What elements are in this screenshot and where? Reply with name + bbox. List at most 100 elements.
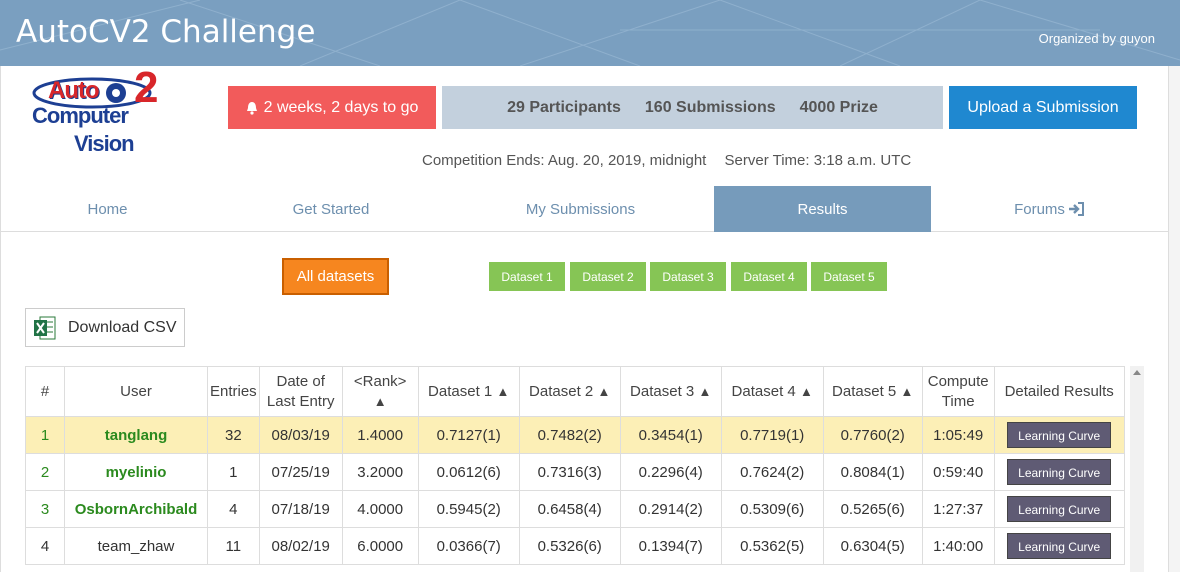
col-dataset-3-label: Dataset 3 [630, 382, 695, 400]
tab-my-submissions[interactable]: My Submissions [448, 186, 713, 232]
submissions-count: 160 Submissions [644, 98, 776, 116]
sort-asc-icon: ▲ [496, 383, 510, 399]
row-dataset-4: 0.7624(2) [720, 453, 824, 491]
col-compute-l1: Compute [927, 372, 989, 390]
download-csv-label: Download CSV [68, 318, 177, 336]
logo-vision-text: Vision [74, 131, 135, 156]
tab-forums-label: Forums [1014, 200, 1065, 218]
autocv2-logo: Auto 2 Computer Vision [30, 63, 170, 165]
row-entries: 4 [207, 490, 260, 528]
learning-curve-button[interactable]: Learning Curve [1007, 496, 1112, 522]
dataset-5-button[interactable]: Dataset 5 [811, 262, 887, 291]
download-csv-button[interactable]: Download CSV [25, 308, 185, 347]
row-dataset-2: 0.5326(6) [518, 527, 621, 565]
row-user[interactable]: myelinio [64, 453, 208, 491]
dataset-1-button[interactable]: Dataset 1 [489, 262, 565, 291]
upload-submission-button[interactable]: Upload a Submission [949, 86, 1137, 129]
col-rank[interactable]: <Rank> ▲ [341, 366, 419, 417]
col-detailed-results: Detailed Results [993, 366, 1125, 417]
scroll-up-icon[interactable] [1133, 370, 1141, 375]
row-user[interactable]: tanglang [64, 416, 208, 454]
row-compute-time: 1:40:00 [921, 527, 995, 565]
results-table: # User Entries Date of Last Entry <Rank> ▲… [25, 366, 1125, 565]
row-date: 07/18/19 [258, 490, 343, 528]
col-dataset-5[interactable]: Dataset 5 ▲ [822, 366, 923, 417]
tab-results[interactable]: Results [714, 186, 931, 232]
row-user[interactable]: OsbornArchibald [64, 490, 208, 528]
learning-curve-button[interactable]: Learning Curve [1007, 533, 1112, 559]
excel-icon [34, 316, 56, 339]
row-entries: 32 [207, 416, 260, 454]
learning-curve-button[interactable]: Learning Curve [1007, 459, 1112, 485]
all-datasets-button[interactable]: All datasets [282, 258, 389, 295]
row-dataset-5: 0.5265(6) [822, 490, 923, 528]
row-rank: 4 [25, 527, 65, 565]
tab-home[interactable]: Home [1, 186, 214, 232]
deadline-badge: 2 weeks, 2 days to go [228, 86, 436, 129]
row-dataset-5: 0.7760(2) [822, 416, 923, 454]
sort-asc-icon: ▲ [373, 393, 387, 409]
table-row: 4 team_zhaw 11 08/02/19 6.0000 0.0366(7)… [25, 527, 1125, 565]
dataset-2-button[interactable]: Dataset 2 [570, 262, 646, 291]
col-compute-time[interactable]: Compute Time [921, 366, 995, 417]
page-scrollbar[interactable] [1169, 66, 1180, 572]
row-dataset-4: 0.5362(5) [720, 527, 824, 565]
col-user[interactable]: User [64, 366, 208, 417]
col-dataset-3[interactable]: Dataset 3 ▲ [619, 366, 722, 417]
tab-get-started[interactable]: Get Started [214, 186, 448, 232]
row-rank: 3 [25, 490, 65, 528]
col-dataset-1[interactable]: Dataset 1 ▲ [417, 366, 520, 417]
page-title: AutoCV2 Challenge [16, 14, 316, 50]
row-avg-rank: 6.0000 [341, 527, 419, 565]
col-dataset-4[interactable]: Dataset 4 ▲ [720, 366, 824, 417]
col-date-l2: Last Entry [266, 392, 335, 410]
row-date: 08/02/19 [258, 527, 343, 565]
site-header: AutoCV2 Challenge Organized by guyon [0, 0, 1180, 66]
col-date[interactable]: Date of Last Entry [258, 366, 343, 417]
row-dataset-5: 0.6304(5) [822, 527, 923, 565]
logo-computer-text: Computer [32, 103, 129, 128]
row-rank: 2 [25, 453, 65, 491]
participants-count: 29 Participants [507, 98, 621, 116]
col-dataset-5-label: Dataset 5 [832, 382, 897, 400]
row-dataset-4: 0.7719(1) [720, 416, 824, 454]
row-entries: 1 [207, 453, 260, 491]
col-dataset-2[interactable]: Dataset 2 ▲ [518, 366, 621, 417]
row-avg-rank: 3.2000 [341, 453, 419, 491]
row-rank: 1 [25, 416, 65, 454]
row-dataset-3: 0.1394(7) [619, 527, 722, 565]
row-dataset-3: 0.2914(2) [619, 490, 722, 528]
server-time-text: Server Time: 3:18 a.m. UTC [724, 152, 912, 169]
sort-asc-icon: ▲ [698, 383, 712, 399]
sort-asc-icon: ▲ [597, 383, 611, 399]
learning-curve-button[interactable]: Learning Curve [1007, 422, 1112, 448]
row-avg-rank: 1.4000 [341, 416, 419, 454]
row-dataset-3: 0.2296(4) [619, 453, 722, 491]
table-header-row: # User Entries Date of Last Entry <Rank> ▲… [25, 366, 1125, 417]
row-dataset-5: 0.8084(1) [822, 453, 923, 491]
row-dataset-1: 0.7127(1) [417, 416, 520, 454]
dataset-3-button[interactable]: Dataset 3 [650, 262, 726, 291]
table-scrollbar[interactable] [1130, 366, 1144, 572]
col-date-l1: Date of [276, 372, 325, 390]
competition-timing: Competition Ends: Aug. 20, 2019, midnigh… [422, 152, 925, 169]
logo-auto-text: Auto [48, 77, 100, 104]
row-date: 08/03/19 [258, 416, 343, 454]
dataset-4-button[interactable]: Dataset 4 [731, 262, 807, 291]
row-compute-time: 1:05:49 [921, 416, 995, 454]
col-dataset-4-label: Dataset 4 [731, 382, 796, 400]
table-row: 1 tanglang 32 08/03/19 1.4000 0.7127(1) … [25, 416, 1125, 454]
row-dataset-2: 0.6458(4) [518, 490, 621, 528]
col-entries[interactable]: Entries [207, 366, 260, 417]
competition-ends-text: Competition Ends: Aug. 20, 2019, midnigh… [422, 152, 707, 169]
row-detailed: Learning Curve [993, 416, 1125, 454]
col-num[interactable]: # [25, 366, 65, 417]
col-dataset-2-label: Dataset 2 [529, 382, 594, 400]
table-row: 3 OsbornArchibald 4 07/18/19 4.0000 0.59… [25, 490, 1125, 528]
row-detailed: Learning Curve [993, 453, 1125, 491]
tab-forums[interactable]: Forums [931, 186, 1169, 232]
row-avg-rank: 4.0000 [341, 490, 419, 528]
row-dataset-2: 0.7316(3) [518, 453, 621, 491]
row-detailed: Learning Curve [993, 490, 1125, 528]
row-user[interactable]: team_zhaw [64, 527, 208, 565]
